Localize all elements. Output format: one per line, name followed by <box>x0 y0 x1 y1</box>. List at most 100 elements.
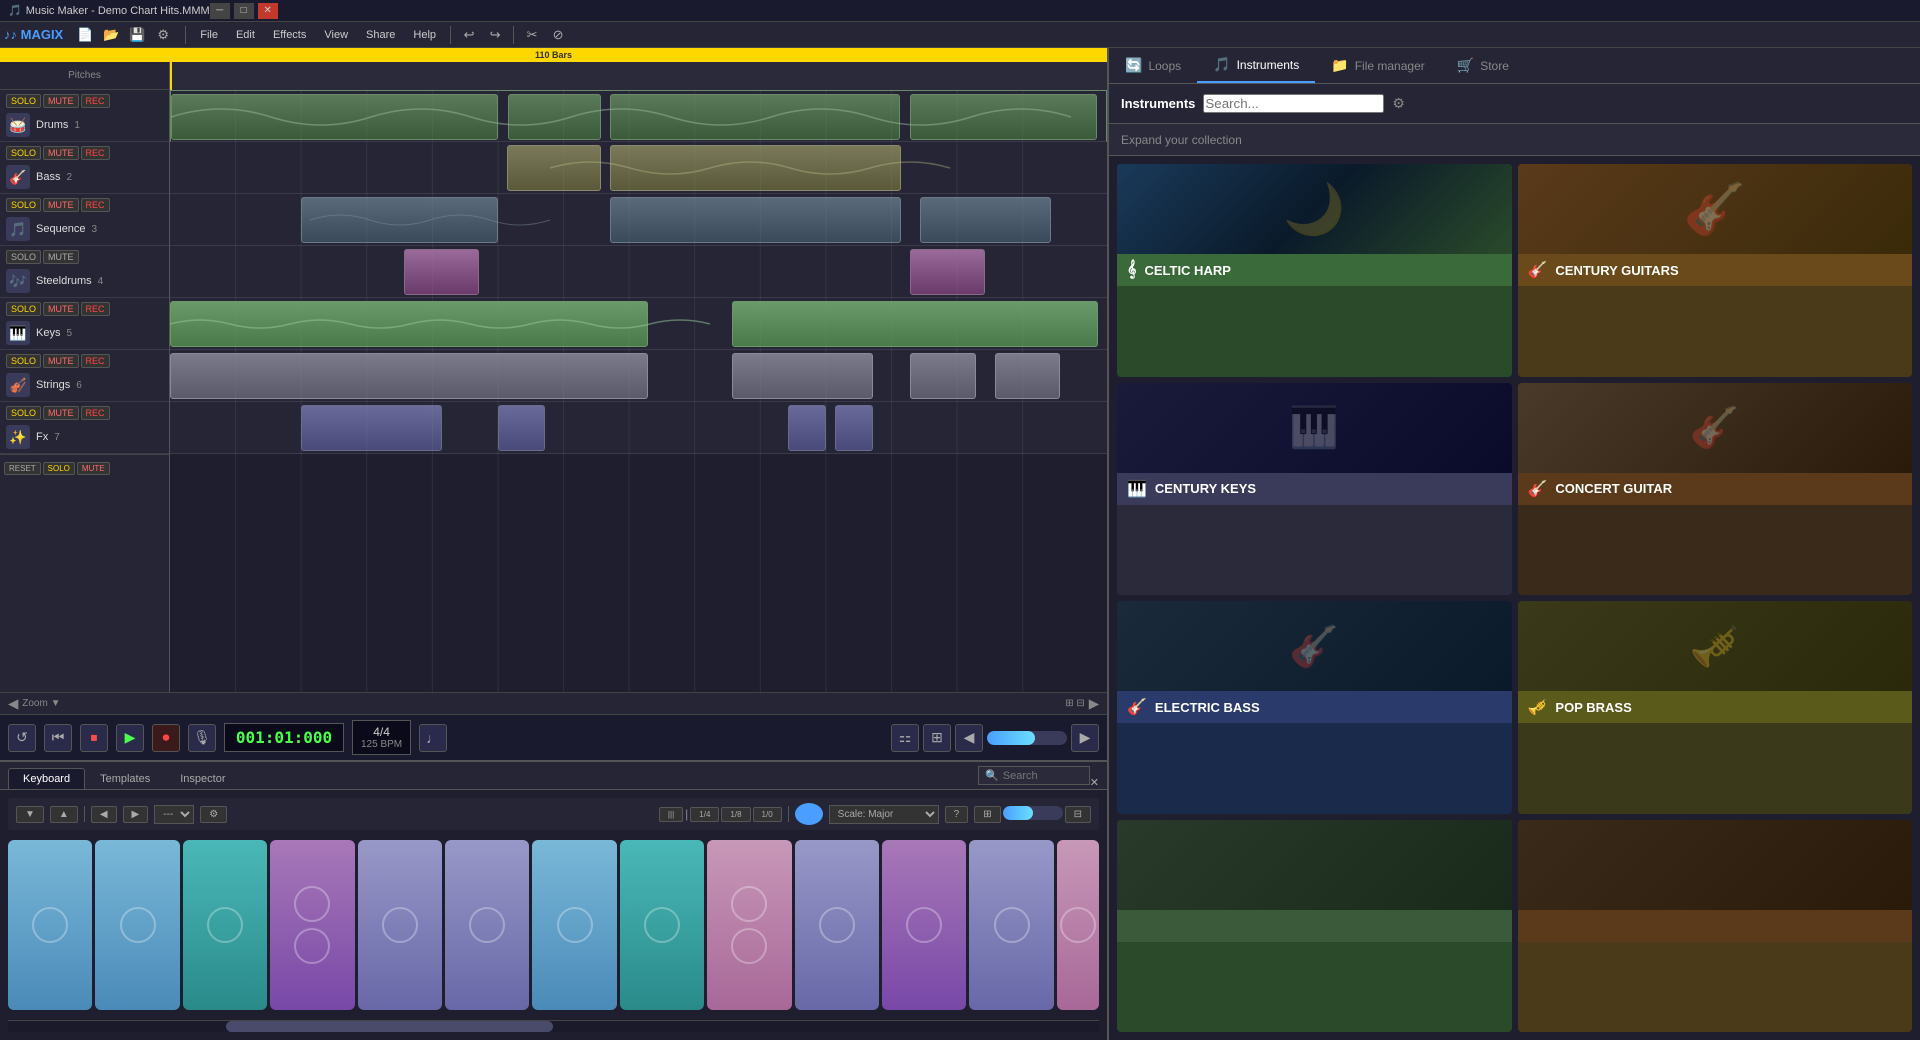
mute-button-keys[interactable]: MUTE <box>43 302 79 316</box>
track-row-bass[interactable] <box>170 142 1107 194</box>
clip-strings-2[interactable] <box>732 353 873 399</box>
solo-button-bass[interactable]: SOLO <box>6 146 41 160</box>
edit-menu[interactable]: Edit <box>228 27 263 43</box>
kb-vol-slider[interactable] <box>1003 806 1063 820</box>
clip-steeldrums-2[interactable] <box>910 249 985 295</box>
instrument-card-more-1[interactable] <box>1117 820 1512 1033</box>
instrument-card-pop-brass[interactable]: 🎺 🎺 POP BRASS <box>1518 601 1913 814</box>
pad-7[interactable] <box>532 840 616 1010</box>
instrument-card-electric-bass[interactable]: 🎸 🎸 ELECTRIC BASS <box>1117 601 1512 814</box>
scale-select[interactable]: Scale: Major Scale: Minor Scale: Pentato… <box>829 805 939 824</box>
rec-button-keys[interactable]: REC <box>81 302 110 316</box>
track-row-steeldrums[interactable] <box>170 246 1107 298</box>
track-row-sequence[interactable] <box>170 194 1107 246</box>
pad-4[interactable] <box>270 840 354 1010</box>
mute-button-fx[interactable]: MUTE <box>43 406 79 420</box>
pad-9[interactable] <box>707 840 791 1010</box>
pad-11[interactable] <box>882 840 966 1010</box>
note-size-4[interactable]: 1/0 <box>753 807 782 822</box>
rec-button-fx[interactable]: REC <box>81 406 110 420</box>
arranger-button[interactable]: ⊞ <box>923 724 951 752</box>
settings-button[interactable]: ⚙ <box>151 24 175 46</box>
pad-8[interactable] <box>620 840 704 1010</box>
loop-button[interactable]: ↺ <box>8 724 36 752</box>
kb-info[interactable]: ? <box>945 806 969 823</box>
instruments-gear-icon[interactable]: ⚙ <box>1392 95 1405 112</box>
cut-button[interactable]: ✂ <box>520 24 544 46</box>
solo-button-drums[interactable]: SOLO <box>6 94 41 108</box>
new-button[interactable]: 📄 <box>73 24 97 46</box>
metronome-button[interactable]: 🎙 <box>188 724 216 752</box>
mute-button-sequence[interactable]: MUTE <box>43 198 79 212</box>
pad-12[interactable] <box>969 840 1053 1010</box>
note-size-3[interactable]: 1/8 <box>721 807 750 822</box>
playhead[interactable] <box>170 62 172 90</box>
stop-all-button[interactable]: ⊘ <box>546 24 570 46</box>
tab-instruments[interactable]: 🎵 Instruments <box>1197 48 1315 83</box>
pad-1[interactable] <box>8 840 92 1010</box>
clip-strings-3[interactable] <box>910 353 976 399</box>
minimize-button[interactable]: ─ <box>210 3 230 19</box>
stop-button[interactable]: ⏹ <box>80 724 108 752</box>
pad-10[interactable] <box>795 840 879 1010</box>
open-button[interactable]: 📂 <box>99 24 123 46</box>
track-row-drums[interactable] <box>170 90 1107 142</box>
clip-fx-2[interactable] <box>498 405 545 451</box>
mixer-button[interactable]: ⚏ <box>891 724 919 752</box>
bottom-search-input[interactable] <box>1003 770 1083 782</box>
mute-button-strings[interactable]: MUTE <box>43 354 79 368</box>
kb-right[interactable]: ▶ <box>123 806 149 823</box>
kb-settings[interactable]: ⚙ <box>200 806 227 823</box>
reset-button[interactable]: RESET <box>4 462 41 475</box>
view-menu[interactable]: View <box>316 27 356 43</box>
mute-button-steeldrums[interactable]: MUTE <box>43 250 79 264</box>
rec-button-drums[interactable]: REC <box>81 94 110 108</box>
instrument-card-century-guitars[interactable]: 🎸 🎸 CENTURY GUITARS <box>1518 164 1913 377</box>
instrument-card-more-2[interactable] <box>1518 820 1913 1033</box>
solo-button-fx[interactable]: SOLO <box>6 406 41 420</box>
keyboard-scrollbar[interactable] <box>8 1020 1099 1032</box>
timeline-ruler[interactable]: 01:1 05:1 09:1 13:1 17:1 21:1 25:1 29:1 … <box>170 62 1107 90</box>
track-row-keys[interactable] <box>170 298 1107 350</box>
zoom-icons[interactable]: ⊞ ⊟ <box>1065 698 1085 709</box>
vol-down[interactable]: ◀ <box>955 724 983 752</box>
pad-prev-oct[interactable]: ▼ <box>16 806 44 823</box>
maximize-button[interactable]: □ <box>234 3 254 19</box>
instrument-card-century-keys[interactable]: 🎹 🎹 CENTURY KEYS <box>1117 383 1512 596</box>
instrument-card-celtic-harp[interactable]: 🌙 𝄞 CELTIC HARP <box>1117 164 1512 377</box>
master-solo-button[interactable]: SOLO <box>43 462 75 475</box>
pad-6[interactable] <box>445 840 529 1010</box>
record-button[interactable]: ⏺ <box>152 724 180 752</box>
track-row-strings[interactable] <box>170 350 1107 402</box>
rec-button-sequence[interactable]: REC <box>81 198 110 212</box>
undo-button[interactable]: ↩ <box>457 24 481 46</box>
track-row-fx[interactable] <box>170 402 1107 454</box>
scroll-right[interactable]: ▶ <box>1089 696 1099 712</box>
kb-view-grid[interactable]: ⊞ <box>974 806 1000 823</box>
note-size-2[interactable]: 1/4 <box>690 807 719 822</box>
clip-steeldrums-1[interactable] <box>404 249 479 295</box>
solo-button-sequence[interactable]: SOLO <box>6 198 41 212</box>
file-menu[interactable]: File <box>192 27 226 43</box>
solo-button-strings[interactable]: SOLO <box>6 354 41 368</box>
pad-13[interactable] <box>1057 840 1099 1010</box>
help-menu[interactable]: Help <box>405 27 444 43</box>
kb-expand[interactable]: ⊟ <box>1065 806 1091 823</box>
clip-fx-1[interactable] <box>301 405 442 451</box>
instrument-card-concert-guitar[interactable]: 🎸 🎸 CONCERT GUITAR <box>1518 383 1913 596</box>
note-size-1[interactable]: ||| <box>659 807 683 822</box>
instruments-search[interactable] <box>1203 94 1384 113</box>
pad-next-oct[interactable]: ▲ <box>50 806 78 823</box>
volume-slider[interactable] <box>987 731 1067 745</box>
kb-left[interactable]: ◀ <box>91 806 117 823</box>
rec-button-bass[interactable]: REC <box>81 146 110 160</box>
keyboard-scroll-thumb[interactable] <box>226 1021 553 1032</box>
mute-button-bass[interactable]: MUTE <box>43 146 79 160</box>
clip-strings-1[interactable] <box>170 353 648 399</box>
record-toggle[interactable] <box>795 803 823 825</box>
tuner-button[interactable]: ♩ <box>419 724 447 752</box>
zoom-prev[interactable]: ◀ <box>8 696 18 712</box>
rec-button-strings[interactable]: REC <box>81 354 110 368</box>
effects-menu[interactable]: Effects <box>265 27 314 43</box>
clip-fx-4[interactable] <box>835 405 872 451</box>
